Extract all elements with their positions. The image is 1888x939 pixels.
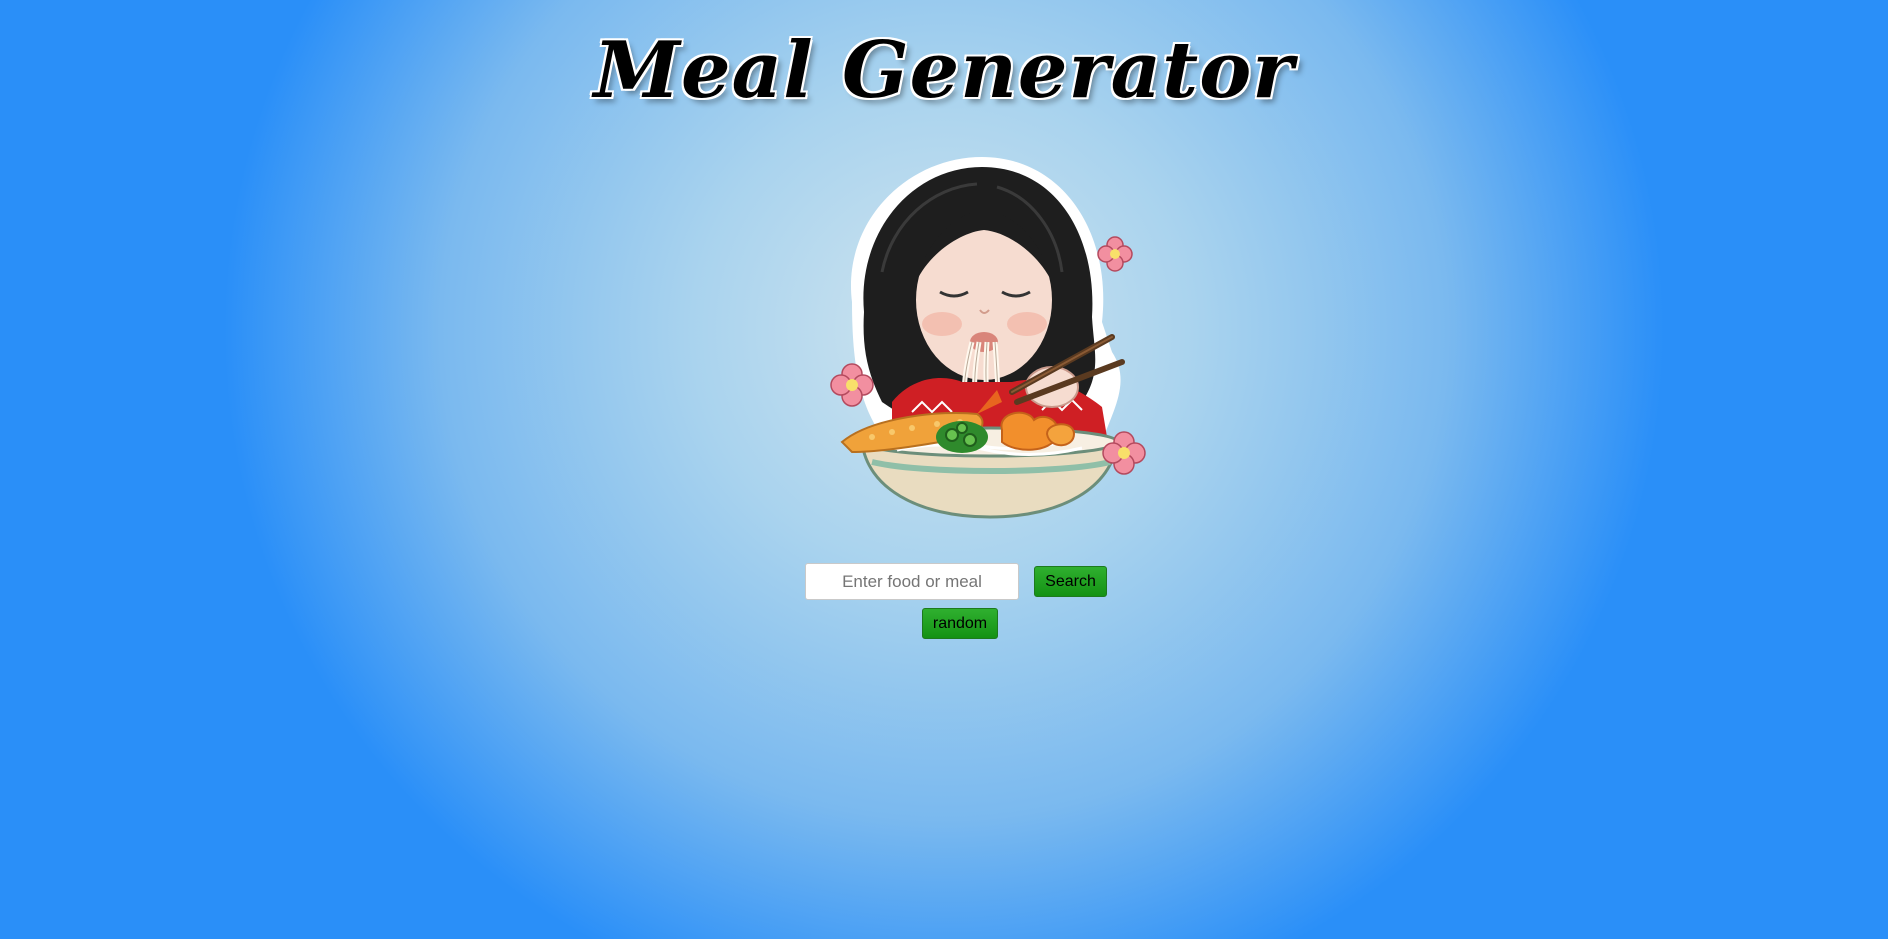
search-input[interactable] xyxy=(805,563,1019,600)
search-button[interactable]: Search xyxy=(1034,566,1107,597)
page-title: Meal Generator xyxy=(593,25,1295,116)
girl-eating-noodles-illustration xyxy=(830,157,1146,519)
random-button[interactable]: random xyxy=(922,608,998,639)
